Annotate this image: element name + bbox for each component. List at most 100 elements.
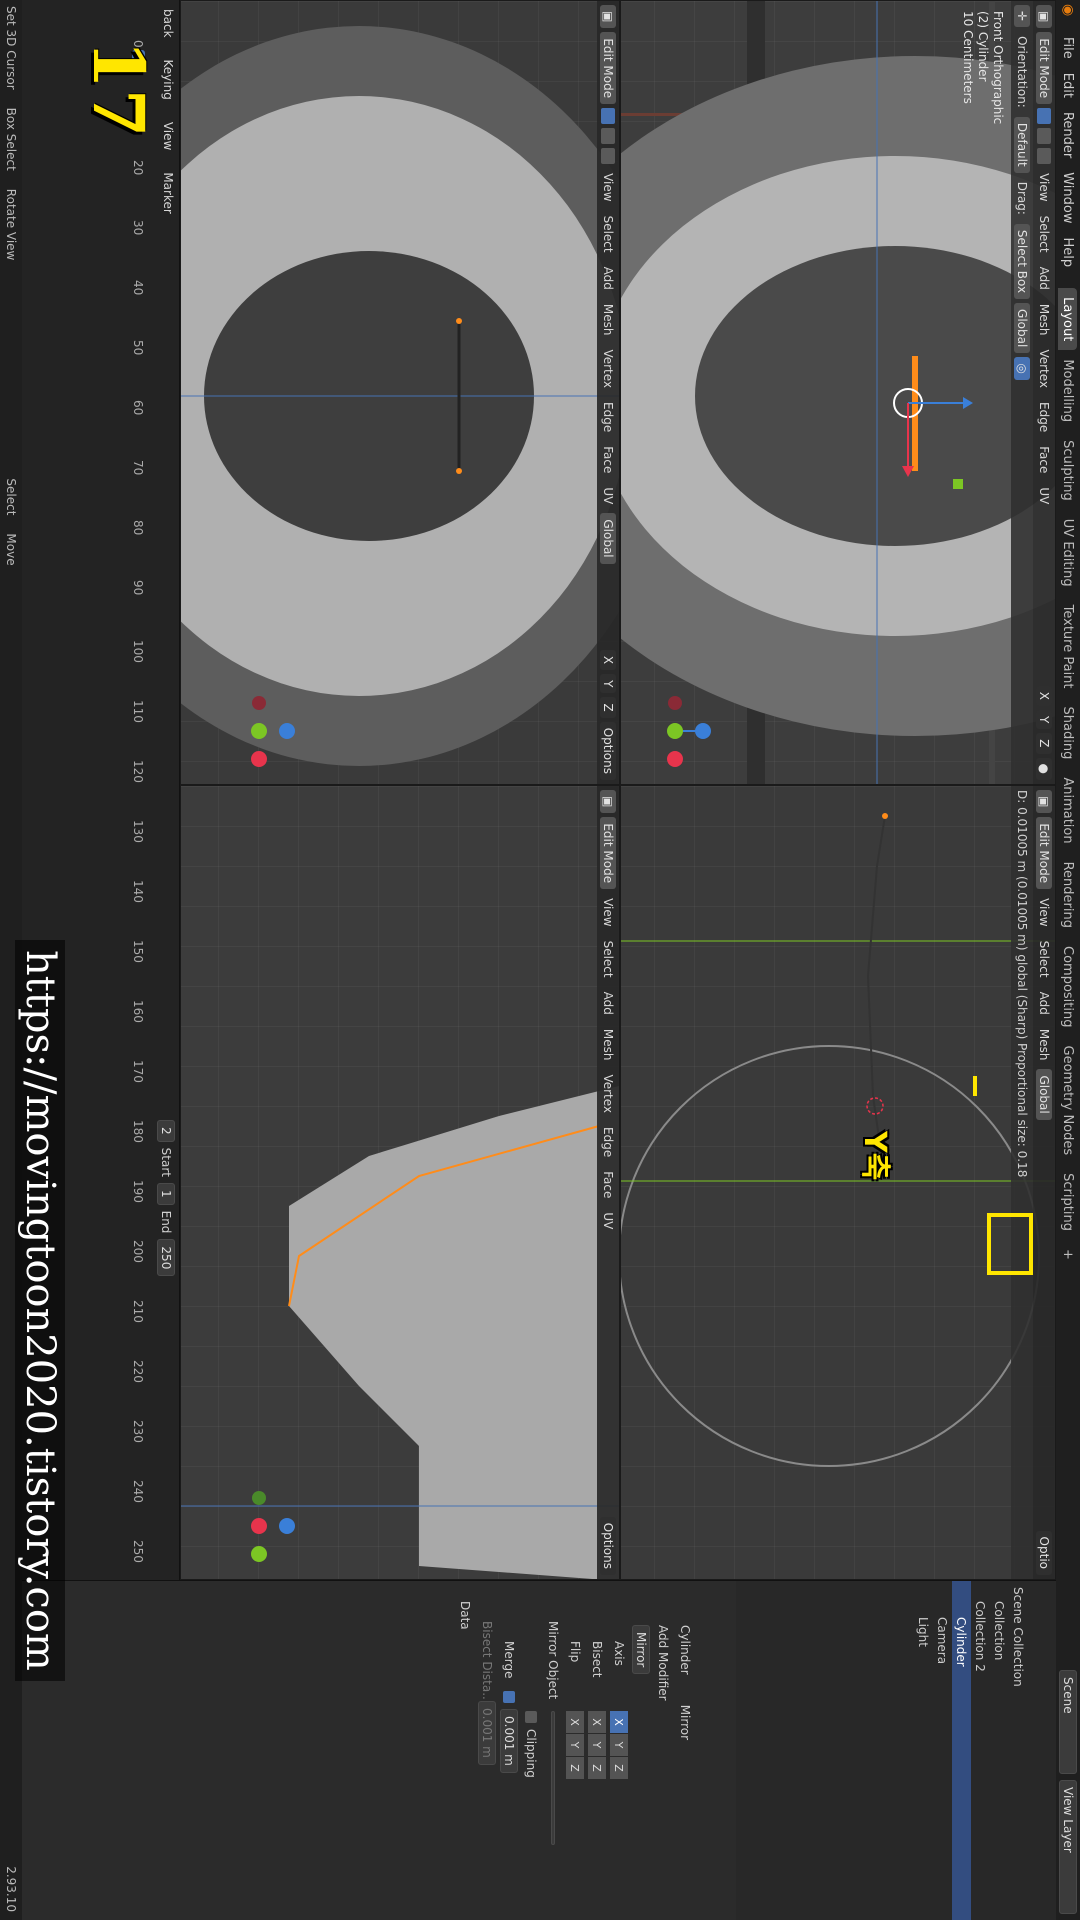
menu-mesh[interactable]: Mesh — [1037, 1024, 1051, 1066]
menu-select[interactable]: Select — [1037, 211, 1051, 258]
viewport-bottom-right[interactable]: ▣ Edit Mode View Select Add Mesh Vertex … — [180, 785, 620, 1580]
menu-window[interactable]: Window — [1061, 165, 1076, 230]
outliner-scene-collection[interactable]: Scene Collection — [1009, 1581, 1028, 1920]
view-layer-selector[interactable]: View Layer — [1059, 1780, 1077, 1914]
tab-uv-editing[interactable]: UV Editing — [1059, 510, 1078, 596]
menu-view[interactable]: View — [161, 117, 175, 155]
tab-geometry-nodes[interactable]: Geometry Nodes — [1059, 1037, 1078, 1165]
menu-edge[interactable]: Edge — [601, 397, 615, 437]
tab-shading[interactable]: Shading — [1059, 698, 1078, 769]
current-frame-field[interactable]: 2 — [157, 1120, 175, 1142]
proportional-edit-icon[interactable]: ◎ — [1014, 357, 1030, 380]
viewport-top-left[interactable]: ▣ Edit Mode View Select Add Mesh Vertex … — [620, 0, 1056, 785]
menu-mesh[interactable]: Mesh — [601, 1024, 615, 1066]
menu-mesh[interactable]: Mesh — [1037, 299, 1051, 341]
options-dropdown[interactable]: Options — [600, 1516, 616, 1575]
mode-selector[interactable]: Edit Mode — [600, 817, 616, 890]
menu-uv[interactable]: UV — [1037, 482, 1051, 509]
menu-playback[interactable]: back — [161, 4, 175, 43]
mode-selector[interactable]: Edit Mode — [1036, 817, 1052, 890]
viewport-bottom-left[interactable]: ▣ Edit Mode View Select Add Mesh Vertex … — [180, 0, 620, 785]
axis-z-toggle[interactable]: Z — [1036, 733, 1052, 754]
editor-type-button[interactable]: ▣ — [1036, 790, 1052, 814]
end-frame-field[interactable]: 250 — [157, 1239, 175, 1277]
menu-edge[interactable]: Edge — [1037, 397, 1051, 437]
menu-view[interactable]: View — [601, 893, 615, 931]
menu-uv[interactable]: UV — [601, 1207, 615, 1234]
menu-select[interactable]: Select — [601, 936, 615, 983]
outliner-collection[interactable]: Collection — [990, 1581, 1009, 1920]
menu-add[interactable]: Add — [601, 987, 615, 1020]
navigation-gizmo[interactable] — [635, 691, 715, 771]
axis-z-toggle[interactable]: Z — [600, 697, 616, 718]
navigation-gizmo[interactable] — [219, 691, 299, 771]
menu-face[interactable]: Face — [1037, 441, 1051, 478]
menu-view[interactable]: View — [601, 168, 615, 206]
flip-z-button[interactable]: Z — [566, 1757, 584, 1779]
viewport-top-right[interactable]: ▣ Edit Mode View Select Add Mesh Global … — [620, 785, 1056, 1580]
menu-add[interactable]: Add — [1037, 262, 1051, 295]
merge-value-field[interactable]: 0.001 m — [500, 1709, 518, 1773]
blender-logo-icon[interactable]: ◉ — [1060, 4, 1076, 24]
mode-selector[interactable]: Edit Mode — [600, 32, 616, 105]
menu-render[interactable]: Render — [1061, 105, 1076, 165]
modifier-name-field[interactable]: Mirror — [632, 1625, 650, 1675]
menu-help[interactable]: Help — [1061, 231, 1076, 275]
orientation-dropdown[interactable]: Default — [1014, 116, 1030, 173]
bisect-x-button[interactable]: X — [588, 1711, 606, 1733]
editor-type-button[interactable]: ▣ — [600, 5, 616, 29]
shading-solid-icon[interactable]: ● — [1036, 757, 1052, 780]
navigation-gizmo[interactable] — [219, 1486, 299, 1566]
axis-y-button[interactable]: Y — [610, 1734, 628, 1756]
axis-x-toggle[interactable]: X — [600, 649, 616, 671]
tab-compositing[interactable]: Compositing — [1059, 937, 1078, 1037]
menu-view[interactable]: View — [1037, 168, 1051, 206]
menu-add[interactable]: Add — [601, 262, 615, 295]
bisect-y-button[interactable]: Y — [588, 1734, 606, 1756]
menu-face[interactable]: Face — [601, 1166, 615, 1203]
editor-type-button[interactable]: ▣ — [600, 790, 616, 814]
transform-orientation-dropdown[interactable]: Global — [600, 513, 616, 564]
menu-face[interactable]: Face — [601, 441, 615, 478]
outliner-light[interactable]: Light — [914, 1581, 933, 1920]
vertex-select-icon[interactable] — [1037, 108, 1051, 125]
data-subpanel[interactable]: Data — [454, 1581, 476, 1920]
axis-y-toggle[interactable]: Y — [1036, 709, 1052, 730]
outliner-cylinder[interactable]: Cylinder — [952, 1581, 971, 1920]
outliner[interactable]: Scene Collection Collection Collection 2… — [736, 1580, 1056, 1920]
tab-texture-paint[interactable]: Texture Paint — [1059, 596, 1078, 698]
start-frame-field[interactable]: 1 — [157, 1182, 175, 1205]
tab-layout[interactable]: Layout — [1058, 288, 1078, 351]
outliner-camera[interactable]: Camera — [933, 1581, 952, 1920]
menu-edge[interactable]: Edge — [601, 1122, 615, 1162]
mode-selector[interactable]: Edit Mode — [1036, 32, 1052, 105]
tab-scripting[interactable]: Scripting — [1059, 1164, 1078, 1240]
add-modifier-button[interactable]: Add Modifier — [652, 1581, 674, 1920]
frame-ruler[interactable]: 0 10 20 30 40 50 60 70 80 90 100 110 120 130 140 150 160… — [125, 40, 145, 1563]
tab-rendering[interactable]: Rendering — [1059, 853, 1078, 937]
transform-orientation-dropdown[interactable]: Global — [1036, 1069, 1052, 1120]
face-select-icon[interactable] — [601, 148, 615, 165]
flip-y-button[interactable]: Y — [566, 1734, 584, 1756]
scene-selector[interactable]: Scene — [1059, 1670, 1077, 1774]
clipping-checkbox[interactable] — [525, 1711, 537, 1723]
drag-dropdown[interactable]: Select Box — [1014, 223, 1030, 300]
transform-orientation-dropdown[interactable]: Global — [1014, 303, 1030, 354]
menu-keying[interactable]: Keying — [161, 55, 175, 105]
axis-x-button[interactable]: X — [610, 1711, 628, 1733]
menu-mesh[interactable]: Mesh — [601, 299, 615, 341]
menu-edit[interactable]: Edit — [1061, 66, 1076, 105]
tab-modelling[interactable]: Modelling — [1059, 350, 1078, 431]
menu-view[interactable]: View — [1037, 893, 1051, 931]
vertex-select-icon[interactable] — [601, 108, 615, 125]
bisect-z-button[interactable]: Z — [588, 1757, 606, 1779]
editor-type-button[interactable]: ▣ — [1036, 5, 1052, 29]
cursor-tool-icon[interactable]: ✛ — [1014, 5, 1030, 28]
menu-vertex[interactable]: Vertex — [1037, 344, 1051, 393]
options-dropdown[interactable]: Options — [600, 721, 616, 780]
options-dropdown[interactable]: Optio — [1036, 1530, 1052, 1575]
flip-x-button[interactable]: X — [566, 1711, 584, 1733]
face-select-icon[interactable] — [1037, 148, 1051, 165]
menu-marker[interactable]: Marker — [161, 167, 175, 218]
mirror-object-field[interactable] — [551, 1711, 555, 1845]
